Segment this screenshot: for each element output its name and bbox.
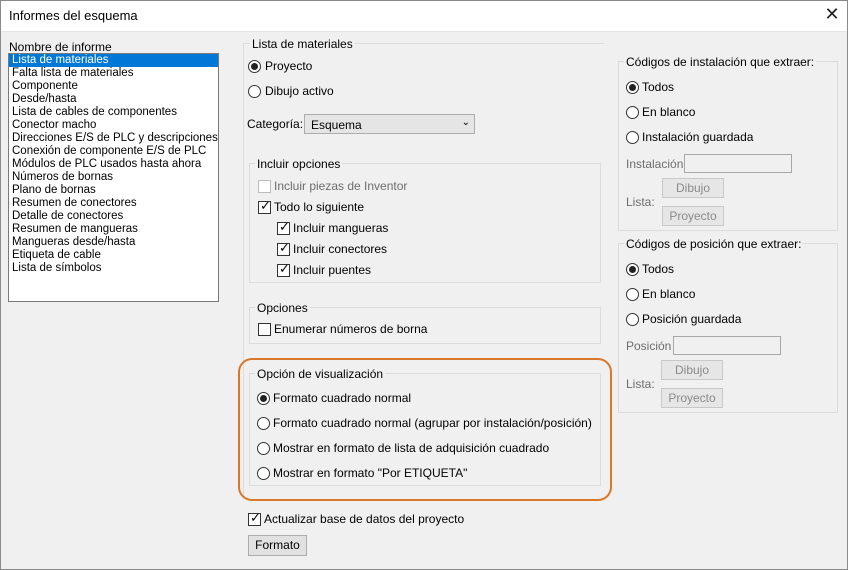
list-item[interactable]: Lista de cables de componentes xyxy=(9,106,218,119)
report-list-label: Nombre de informe xyxy=(9,40,112,54)
scope-drawing-label: Dibujo activo xyxy=(265,84,334,98)
hoses-checkbox[interactable]: ✓ xyxy=(277,219,290,235)
display-opt1-label: Formato cuadrado normal xyxy=(273,391,412,405)
list-item[interactable]: Lista de símbolos xyxy=(9,262,218,275)
list-item[interactable]: Resumen de conectores xyxy=(9,197,218,210)
location-all-label: Todos xyxy=(642,262,675,276)
options-title: Opciones xyxy=(255,301,310,315)
install-blank-label: En blanco xyxy=(642,105,696,119)
scope-drawing-radio[interactable] xyxy=(248,85,261,98)
location-blank-label: En blanco xyxy=(642,287,696,301)
install-blank-radio[interactable] xyxy=(626,106,639,119)
list-item[interactable]: Detalle de conectores xyxy=(9,210,218,223)
display-opt2-label: Formato cuadrado normal (agrupar por ins… xyxy=(273,416,592,430)
location-list-label: Lista: xyxy=(626,377,655,391)
list-item[interactable]: Componente xyxy=(9,80,218,93)
check-icon: ✓ xyxy=(260,198,271,213)
location-all-radio[interactable] xyxy=(626,263,639,276)
update-db-label: Actualizar base de datos del proyecto xyxy=(264,512,465,526)
list-item[interactable]: Números de bornas xyxy=(9,171,218,184)
list-item[interactable]: Direcciones E/S de PLC y descripciones xyxy=(9,132,218,145)
check-icon: ✓ xyxy=(279,219,290,234)
install-field-input[interactable] xyxy=(684,154,792,173)
install-all-radio[interactable] xyxy=(626,81,639,94)
install-list-label: Lista: xyxy=(626,195,655,209)
install-codes-title: Códigos de instalación que extraer: xyxy=(624,55,817,69)
location-field-input[interactable] xyxy=(673,336,781,355)
list-item[interactable]: Falta lista de materiales xyxy=(9,67,218,80)
all-following-label: Todo lo siguiente xyxy=(274,200,365,214)
format-button[interactable]: Formato xyxy=(248,535,307,556)
install-field-label: Instalación xyxy=(626,157,684,171)
category-label: Categoría: xyxy=(247,117,304,131)
scope-project-radio[interactable] xyxy=(248,60,261,73)
list-item[interactable]: Conector macho xyxy=(9,119,218,132)
display-opt3-label: Mostrar en formato de lista de adquisici… xyxy=(273,441,550,455)
list-item[interactable]: Lista de materiales xyxy=(9,54,218,67)
update-db-checkbox[interactable]: ✓ xyxy=(248,510,261,526)
list-item[interactable]: Etiqueta de cable xyxy=(9,249,218,262)
list-item[interactable]: Desde/hasta xyxy=(9,93,218,106)
hoses-label: Incluir mangueras xyxy=(293,221,389,235)
list-item[interactable]: Plano de bornas xyxy=(9,184,218,197)
enumerate-checkbox[interactable] xyxy=(258,323,271,336)
chevron-down-icon: ⌄ xyxy=(461,117,470,128)
jumpers-checkbox[interactable]: ✓ xyxy=(277,261,290,277)
category-value: Esquema xyxy=(311,118,362,132)
bom-group-title: Lista de materiales xyxy=(250,37,355,51)
display-opt4-label: Mostrar en formato "Por ETIQUETA" xyxy=(273,466,468,480)
check-icon: ✓ xyxy=(250,510,261,525)
install-drawing-button[interactable]: Dibujo xyxy=(662,178,724,198)
report-listbox[interactable]: Lista de materiales Falta lista de materi… xyxy=(8,53,219,302)
list-item[interactable]: Mangueras desde/hasta xyxy=(9,236,218,249)
install-all-label: Todos xyxy=(642,80,675,94)
location-saved-radio[interactable] xyxy=(626,313,639,326)
jumpers-label: Incluir puentes xyxy=(293,263,372,277)
install-saved-label: Instalación guardada xyxy=(642,130,754,144)
location-codes-title: Códigos de posición que extraer: xyxy=(624,237,804,251)
list-item[interactable]: Módulos de PLC usados hasta ahora xyxy=(9,158,218,171)
category-select[interactable]: Esquema ⌄ xyxy=(304,114,475,134)
display-opt4-radio[interactable] xyxy=(257,467,270,480)
list-item[interactable]: Resumen de mangueras xyxy=(9,223,218,236)
display-opt3-radio[interactable] xyxy=(257,442,270,455)
display-opt1-radio[interactable] xyxy=(257,392,270,405)
list-item[interactable]: Conexión de componente E/S de PLC xyxy=(9,145,218,158)
enumerate-label: Enumerar números de borna xyxy=(274,322,428,336)
location-field-label: Posición xyxy=(626,339,672,353)
close-icon[interactable]: ✕ xyxy=(822,3,842,25)
all-following-checkbox[interactable]: ✓ xyxy=(258,198,271,214)
location-saved-label: Posición guardada xyxy=(642,312,742,326)
location-blank-radio[interactable] xyxy=(626,288,639,301)
install-project-button[interactable]: Proyecto xyxy=(662,206,724,226)
location-project-button[interactable]: Proyecto xyxy=(661,388,723,408)
display-title: Opción de visualización xyxy=(255,367,386,381)
window-title: Informes del esquema xyxy=(9,8,138,23)
check-icon: ✓ xyxy=(279,240,290,255)
inventor-checkbox[interactable] xyxy=(258,180,271,193)
display-opt2-radio[interactable] xyxy=(257,417,270,430)
connectors-checkbox[interactable]: ✓ xyxy=(277,240,290,256)
connectors-label: Incluir conectores xyxy=(293,242,388,256)
scope-project-label: Proyecto xyxy=(265,59,313,73)
include-options-title: Incluir opciones xyxy=(255,157,343,171)
inventor-label: Incluir piezas de Inventor xyxy=(274,179,408,193)
location-drawing-button[interactable]: Dibujo xyxy=(661,360,723,380)
check-icon: ✓ xyxy=(279,261,290,276)
install-saved-radio[interactable] xyxy=(626,131,639,144)
